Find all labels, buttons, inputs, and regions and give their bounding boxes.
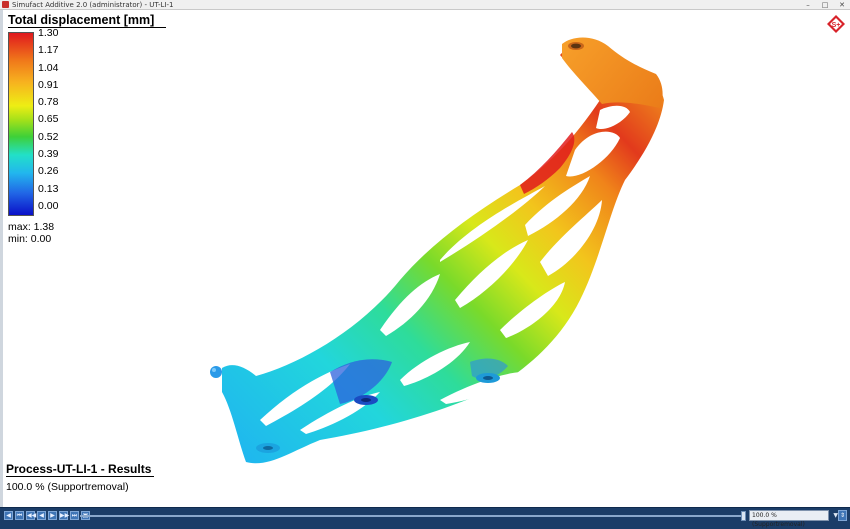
timeline-slider[interactable] xyxy=(80,515,742,517)
legend-tick: 0.65 xyxy=(38,113,59,125)
step-dropdown[interactable]: 100.0 % (Supportremoval) ▼ xyxy=(749,510,838,528)
legend-tick: 1.30 xyxy=(38,27,59,39)
maximize-button[interactable]: □ xyxy=(821,0,829,10)
simufact-logo-icon: S+ xyxy=(827,15,845,33)
bracket-model xyxy=(210,37,664,464)
legend-title: Total displacement [mm] xyxy=(8,13,155,27)
fast-forward-icon[interactable]: ▶▶ xyxy=(59,511,69,520)
minimize-button[interactable]: – xyxy=(804,0,812,10)
legend-tick: 0.78 xyxy=(38,96,59,108)
title-bar: Simufact Additive 2.0 (administrator) - … xyxy=(0,0,850,10)
color-scale-bar xyxy=(8,32,34,216)
logo-text: S+ xyxy=(832,22,841,29)
min-value: min: 0.00 xyxy=(8,233,52,245)
result-title: Process-UT-LI-1 - Results xyxy=(6,462,152,476)
timeline-thumb[interactable] xyxy=(741,511,746,521)
step-dropdown-value: 100.0 % (Supportremoval) xyxy=(752,512,805,528)
last-frame-icon[interactable]: ⏭ xyxy=(70,511,79,520)
play-icon[interactable]: ▶ xyxy=(48,511,57,520)
max-value: max: 1.38 xyxy=(8,221,55,233)
step-back-icon[interactable]: ◀ xyxy=(4,511,13,520)
window-title: Simufact Additive 2.0 (administrator) - … xyxy=(12,1,174,9)
legend-divider xyxy=(8,27,166,28)
legend-tick: 1.04 xyxy=(38,62,59,74)
playback-controls: ◀ ⏮ ◀◀ ◀ ▶ ▶▶ ⏭ ▣ xyxy=(4,511,90,520)
legend-tick: 0.39 xyxy=(38,148,59,160)
close-button[interactable]: ✕ xyxy=(838,0,846,10)
legend-tick: 1.17 xyxy=(38,44,59,56)
app-icon xyxy=(2,1,9,8)
legend-ticks: 1.30 1.17 1.04 0.91 0.78 0.65 0.52 0.39 … xyxy=(38,27,78,216)
result-status: 100.0 % (Supportremoval) xyxy=(6,481,129,493)
legend-tick: 0.13 xyxy=(38,183,59,195)
legend-tick: 0.91 xyxy=(38,79,59,91)
legend-stats: max: 1.38 min: 0.00 xyxy=(8,221,54,245)
legend-tick: 0.52 xyxy=(38,131,59,143)
playback-toolbar: ◀ ⏮ ◀◀ ◀ ▶ ▶▶ ⏭ ▣ 100.0 % (Supportremova… xyxy=(0,507,850,529)
play-reverse-icon[interactable]: ◀ xyxy=(37,511,46,520)
window-controls: – □ ✕ xyxy=(804,0,846,10)
rewind-icon[interactable]: ◀◀ xyxy=(26,511,36,520)
legend-tick: 0.26 xyxy=(38,165,59,177)
legend-tick: 0.00 xyxy=(38,200,59,212)
sync-icon[interactable]: ⇕ xyxy=(838,510,847,521)
model-viewport[interactable] xyxy=(0,10,850,507)
result-divider xyxy=(6,476,154,477)
first-frame-icon[interactable]: ⏮ xyxy=(15,511,24,520)
